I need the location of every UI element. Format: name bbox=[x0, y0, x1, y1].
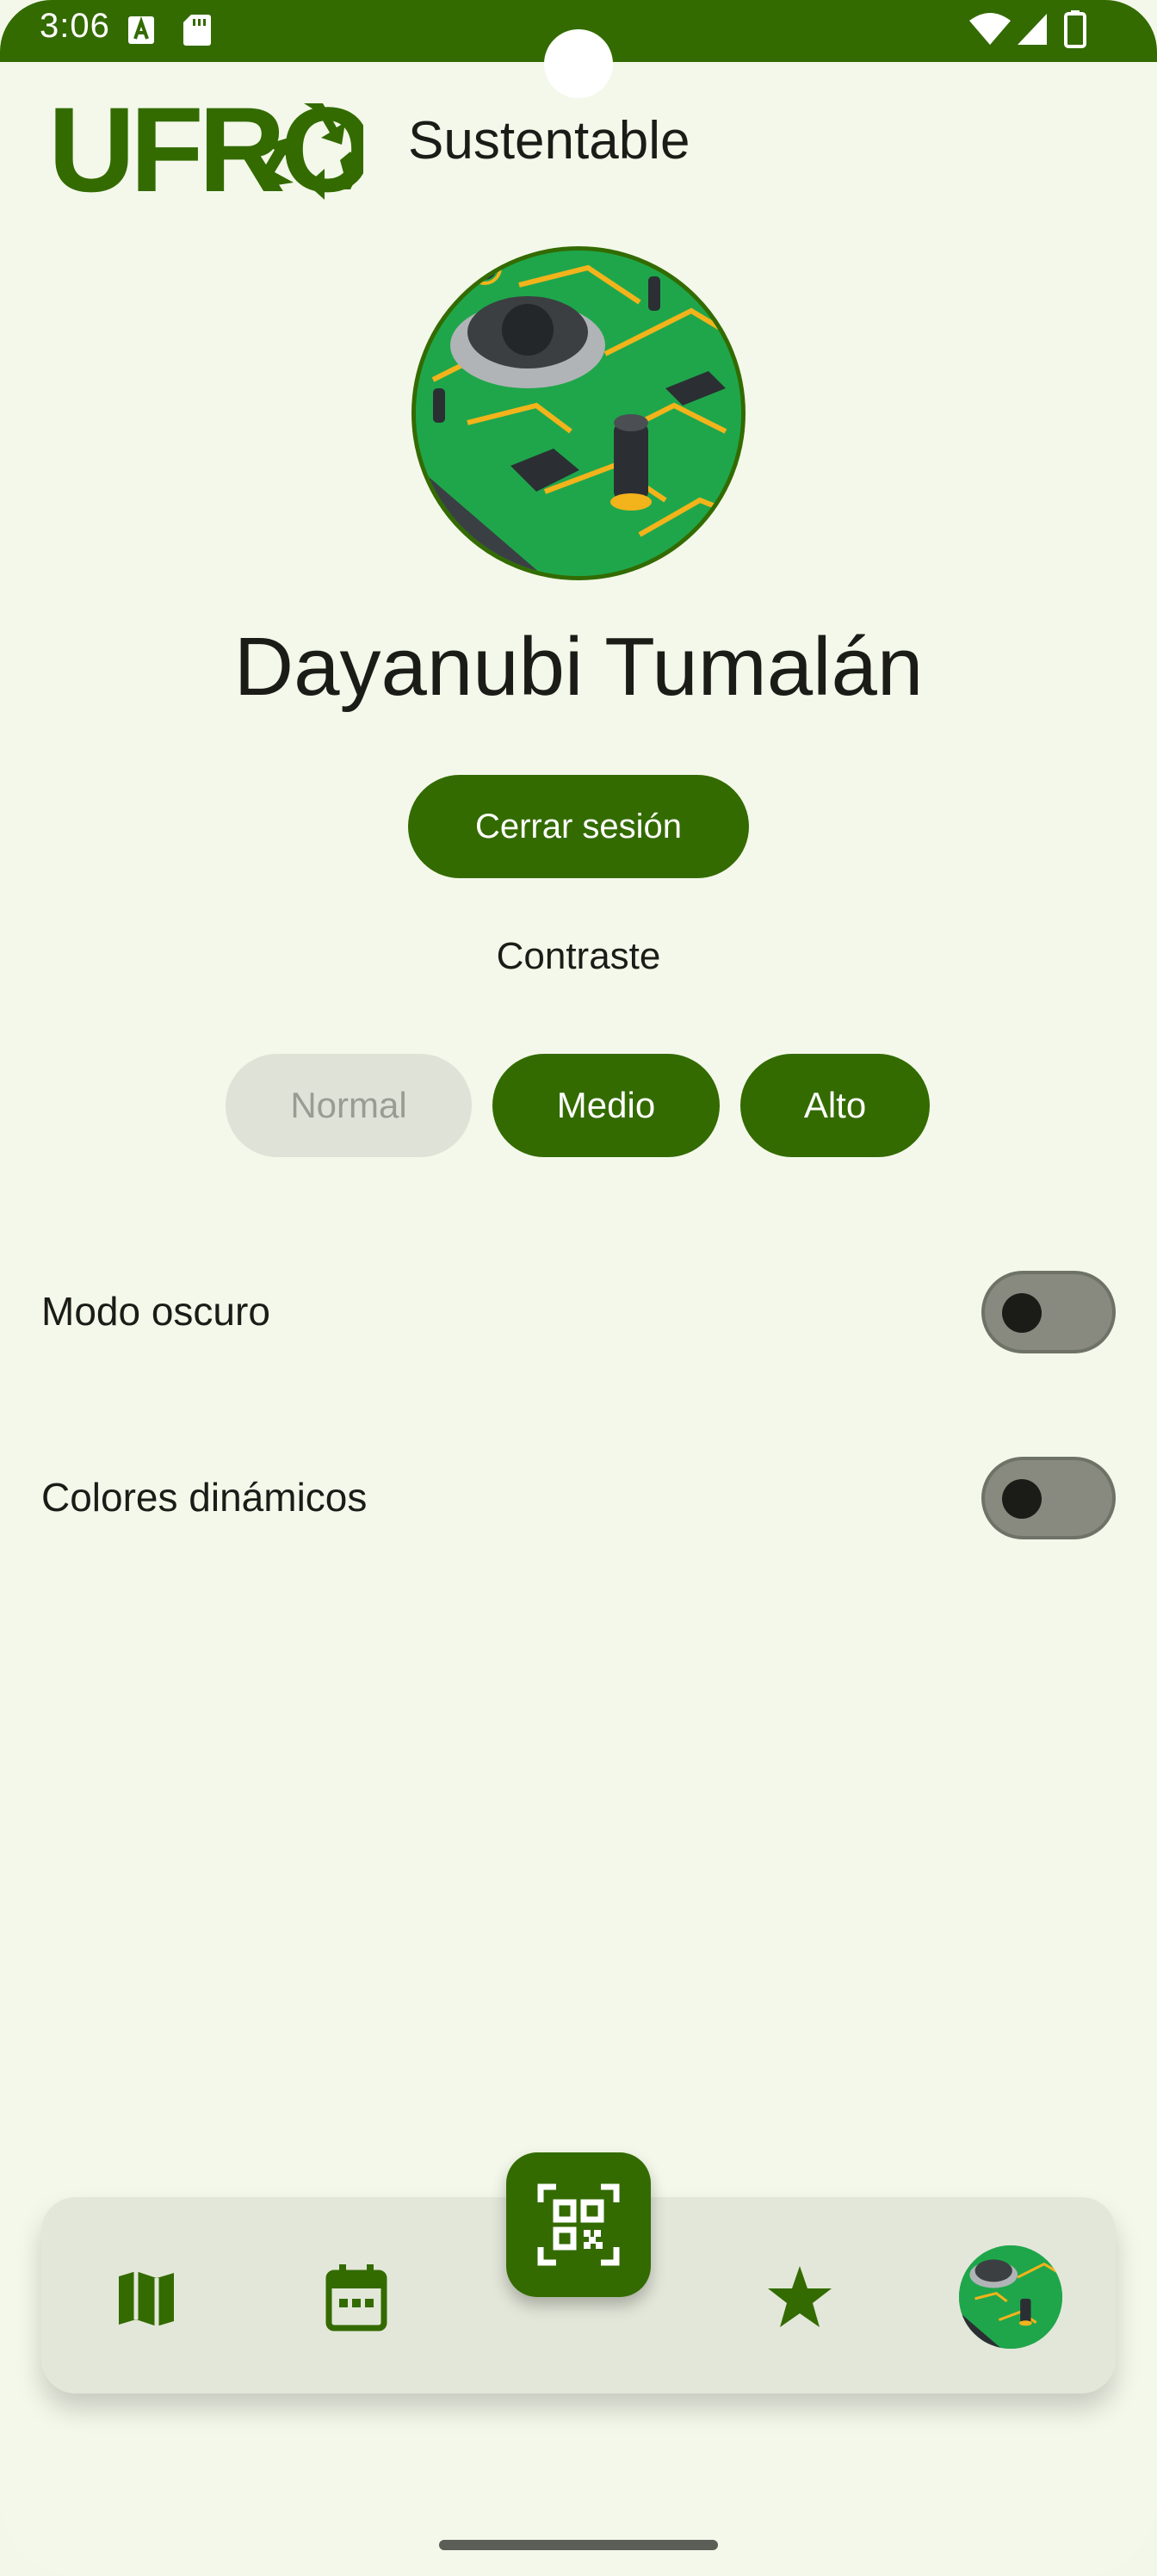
dynamic-colors-switch[interactable] bbox=[981, 1457, 1116, 1539]
wifi-icon bbox=[969, 13, 1011, 45]
map-icon[interactable] bbox=[115, 2269, 177, 2328]
ufro-logo: UFRO bbox=[48, 95, 363, 200]
switch-knob bbox=[1002, 1479, 1042, 1519]
qr-code-icon bbox=[537, 2183, 620, 2266]
dark-mode-label: Modo oscuro bbox=[41, 1289, 270, 1334]
switch-knob bbox=[1002, 1293, 1042, 1333]
app-title: Sustentable bbox=[408, 111, 690, 170]
sd-card-icon bbox=[183, 15, 211, 46]
contrast-alto-button[interactable]: Alto bbox=[740, 1054, 930, 1157]
contrast-normal-button[interactable]: Normal bbox=[226, 1054, 472, 1157]
signal-icon bbox=[1018, 14, 1047, 45]
star-icon[interactable] bbox=[766, 2264, 833, 2330]
a-notification-icon bbox=[128, 15, 154, 44]
battery-icon bbox=[1064, 10, 1086, 48]
app-screen: 3:06 UFRO Sustentable Dayanubi Tumalán C… bbox=[0, 0, 1157, 2576]
profile-avatar[interactable] bbox=[411, 246, 746, 580]
qr-scan-button[interactable] bbox=[506, 2152, 651, 2297]
status-time: 3:06 bbox=[40, 7, 110, 45]
user-name: Dayanubi Tumalán bbox=[233, 621, 924, 713]
camera-cutout bbox=[544, 29, 613, 98]
calendar-icon[interactable] bbox=[325, 2264, 387, 2331]
circuit-board-image bbox=[416, 251, 741, 576]
dark-mode-switch[interactable] bbox=[981, 1271, 1116, 1353]
profile-avatar-small[interactable] bbox=[959, 2245, 1062, 2349]
contrast-label: Contraste bbox=[496, 935, 661, 977]
logout-button[interactable]: Cerrar sesión bbox=[408, 775, 749, 878]
dynamic-colors-label: Colores dinámicos bbox=[41, 1475, 368, 1520]
circuit-board-image-small bbox=[959, 2245, 1062, 2349]
home-indicator[interactable] bbox=[439, 2540, 718, 2550]
contrast-medio-button[interactable]: Medio bbox=[492, 1054, 720, 1157]
